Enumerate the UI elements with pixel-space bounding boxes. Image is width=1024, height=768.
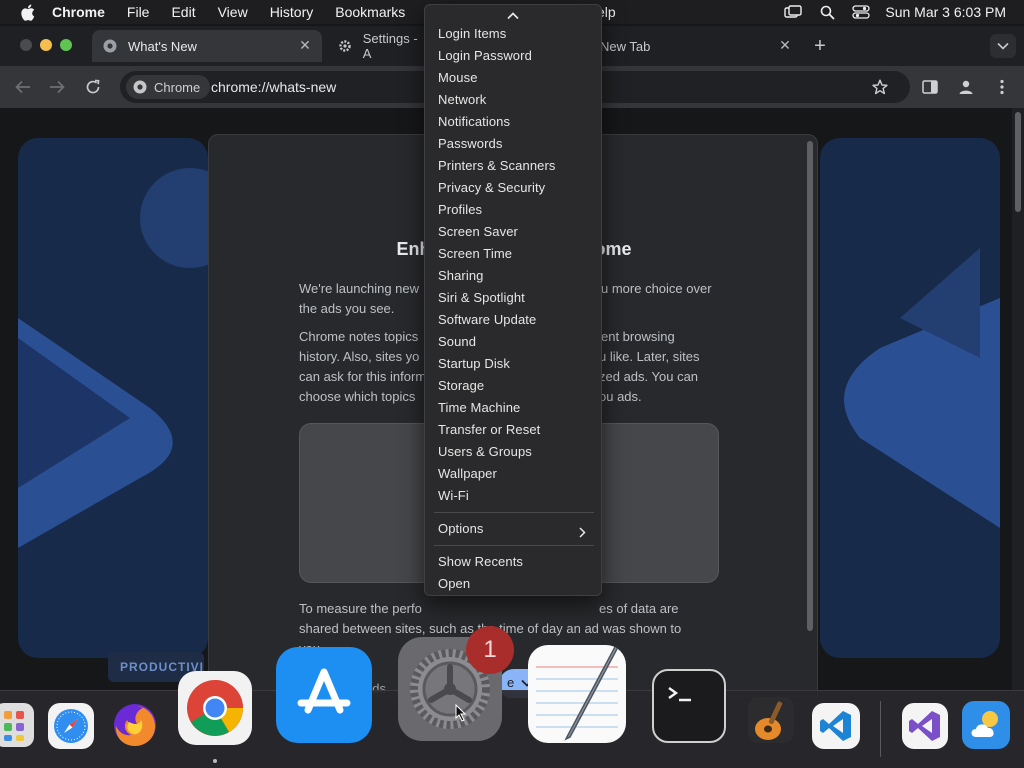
profile-icon[interactable] xyxy=(956,77,976,97)
launchpad-icon[interactable] xyxy=(0,703,34,747)
page-scrollbar[interactable] xyxy=(1012,108,1024,698)
menu-separator xyxy=(434,512,594,513)
chevron-down-icon xyxy=(997,42,1009,50)
menu-item-time-machine[interactable]: Time Machine xyxy=(438,398,520,418)
menu-item-siri-spotlight[interactable]: Siri & Spotlight xyxy=(438,288,525,308)
dock-divider xyxy=(880,701,881,757)
menu-item-profiles[interactable]: Profiles xyxy=(438,200,482,220)
reload-button[interactable] xyxy=(82,76,104,98)
scroll-up-icon[interactable] xyxy=(505,10,521,22)
menu-item-show-recents[interactable]: Show Recents xyxy=(438,552,523,572)
menu-item-login-items[interactable]: Login Items xyxy=(438,24,506,44)
menu-item-screen-saver[interactable]: Screen Saver xyxy=(438,222,518,242)
chevron-right-icon xyxy=(577,525,587,539)
gear-icon xyxy=(338,38,353,54)
notification-badge: 1 xyxy=(466,626,514,674)
vscode-icon[interactable] xyxy=(812,703,860,749)
tab-whats-new[interactable]: What's New ✕ xyxy=(92,30,322,62)
textedit-icon[interactable] xyxy=(528,645,626,743)
menu-item-users-groups[interactable]: Users & Groups xyxy=(438,442,532,462)
close-icon[interactable]: ✕ xyxy=(778,38,792,52)
menu-item-notifications[interactable]: Notifications xyxy=(438,112,510,132)
menu-item-startup-disk[interactable]: Startup Disk xyxy=(438,354,510,374)
garageband-icon[interactable] xyxy=(746,695,796,745)
menu-item-open[interactable]: Open xyxy=(438,574,470,594)
menu-item-login-password[interactable]: Login Password xyxy=(438,46,532,66)
menu-item-printers-scanners[interactable]: Printers & Scanners xyxy=(438,156,556,176)
search-icon[interactable] xyxy=(817,4,837,20)
side-panel-icon[interactable] xyxy=(920,77,940,97)
menu-item-transfer-reset[interactable]: Transfer or Reset xyxy=(438,420,540,440)
chrome-icon[interactable] xyxy=(178,671,252,745)
page-scrollbar-thumb[interactable] xyxy=(1015,112,1021,212)
menu-view[interactable]: View xyxy=(218,4,248,20)
menubar-clock[interactable]: Sun Mar 3 6:03 PM xyxy=(885,4,1006,20)
forward-button[interactable] xyxy=(46,76,68,98)
weather-icon[interactable] xyxy=(962,701,1010,749)
dialog-scrollbar[interactable] xyxy=(807,141,813,631)
chrome-icon xyxy=(102,38,118,54)
tab-title: What's New xyxy=(128,38,197,54)
arrow-right-icon xyxy=(50,80,65,94)
running-indicator xyxy=(213,759,217,763)
menu-item-privacy-security[interactable]: Privacy & Security xyxy=(438,178,545,198)
dock-context-menu: Login Items Login Password Mouse Network… xyxy=(424,4,602,596)
menu-app-name[interactable]: Chrome xyxy=(52,4,105,20)
firefox-icon[interactable] xyxy=(110,699,160,749)
tab-new-tab[interactable]: New Tab ✕ xyxy=(592,30,802,62)
window-minimize-button[interactable] xyxy=(40,39,52,51)
menu-item-storage[interactable]: Storage xyxy=(438,376,484,396)
dialog-paragraph-3: To measure the perfo es of data are share… xyxy=(299,601,682,656)
display-icon[interactable] xyxy=(783,4,803,20)
menu-separator xyxy=(434,545,594,546)
menu-item-wifi[interactable]: Wi-Fi xyxy=(438,486,469,506)
visual-studio-icon[interactable] xyxy=(902,703,948,749)
tab-settings[interactable]: Settings - A xyxy=(328,30,424,62)
chrome-icon xyxy=(132,79,148,95)
window-zoom-button[interactable] xyxy=(60,39,72,51)
window-close-button[interactable] xyxy=(20,39,32,51)
menu-item-wallpaper[interactable]: Wallpaper xyxy=(438,464,497,484)
menu-history[interactable]: History xyxy=(270,4,314,20)
menu-item-sound[interactable]: Sound xyxy=(438,332,476,352)
terminal-icon[interactable] xyxy=(652,669,726,743)
close-icon[interactable]: ✕ xyxy=(298,38,312,52)
menu-item-screen-time[interactable]: Screen Time xyxy=(438,244,512,264)
menu-file[interactable]: File xyxy=(127,4,150,20)
menu-item-mouse[interactable]: Mouse xyxy=(438,68,478,88)
menu-edit[interactable]: Edit xyxy=(171,4,195,20)
safari-icon[interactable] xyxy=(48,703,94,749)
tab-search-button[interactable] xyxy=(990,34,1016,58)
new-tab-button[interactable]: + xyxy=(810,36,830,56)
url-text[interactable]: chrome://whats-new xyxy=(211,79,336,95)
arrow-left-icon xyxy=(15,80,30,94)
menu-bookmarks[interactable]: Bookmarks xyxy=(335,4,405,20)
site-info-chip[interactable]: Chrome xyxy=(126,75,211,99)
menu-item-passwords[interactable]: Passwords xyxy=(438,134,502,154)
apple-logo-icon[interactable] xyxy=(16,1,38,23)
menu-item-network[interactable]: Network xyxy=(438,90,486,110)
menu-item-options[interactable]: Options xyxy=(438,519,484,539)
mouse-cursor-icon xyxy=(455,703,467,722)
back-button[interactable] xyxy=(12,76,34,98)
dock xyxy=(0,637,1024,768)
tab-title: New Tab xyxy=(600,38,651,54)
bookmark-star-icon[interactable] xyxy=(870,77,890,97)
tab-title: Settings - A xyxy=(362,31,418,61)
more-menu-icon[interactable] xyxy=(992,77,1012,97)
menu-item-sharing[interactable]: Sharing xyxy=(438,266,484,286)
app-store-icon[interactable] xyxy=(276,647,372,743)
reload-icon xyxy=(86,79,100,94)
chip-label: Chrome xyxy=(154,79,201,95)
menu-item-software-update[interactable]: Software Update xyxy=(438,310,536,330)
control-center-icon[interactable] xyxy=(851,4,871,20)
